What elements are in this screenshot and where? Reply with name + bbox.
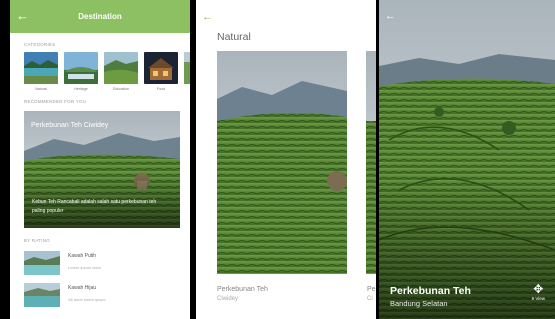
category-natural-image [24,52,58,84]
detail-hero-image [379,0,555,319]
list-item-subtitle: Sit amet lorem ipsum [68,297,106,302]
place-subtitle: Bandung Selatan [390,299,448,308]
tea-plantation-image [217,51,347,274]
destination-screen: ← Destination CATEGORIES Natural Heritag… [10,0,190,319]
category-label: Heritage [74,87,88,91]
back-arrow-icon[interactable]: ← [202,11,213,23]
recommended-title: Perkebunan Teh Ciwidey [31,122,109,129]
view-count-label: 9 View [531,296,545,301]
list-item-title: Kawah Putih [68,253,97,259]
card-subtitle: Ciwidey [217,296,239,302]
rating-heading: BY RATING [24,238,50,243]
destination-card-image[interactable] [217,51,347,274]
kawah-hijau-image [24,283,60,307]
back-arrow-icon[interactable]: ← [385,10,396,22]
back-arrow-icon[interactable]: ← [16,7,29,25]
list-item[interactable]: Kawah Hijau Sit amet lorem ipsum [24,283,190,315]
recommended-card[interactable]: Perkebunan Teh Ciwidey Kebun Teh Rancaba… [24,111,180,228]
category-heading: Natural [217,31,251,43]
recommended-heading: RECOMMENDED FOR YOU [24,99,87,104]
categories-heading: CATEGORIES [24,42,56,47]
category-label: Food [156,87,166,91]
category-label: Natural [35,87,47,91]
app-bar: ← Destination [10,0,190,33]
category-partial[interactable] [184,52,190,91]
category-natural[interactable]: Natural [24,52,58,91]
list-item-title: Kawah Hijau [68,285,97,291]
list-item[interactable]: Kawah Putih Lorem ipsum dolor [24,251,190,283]
recommended-description: Kebun Teh Rancabali adalah salah satu pe… [32,199,157,214]
place-title: Perkebunan Teh [390,285,471,297]
category-food[interactable]: Food [144,52,178,91]
compass-icon: ✥ [533,282,544,296]
category-list: Natural Heritage Education Food [10,52,190,91]
page-title: Destination [78,12,122,21]
list-item-subtitle: Lorem ipsum dolor [68,265,102,270]
rating-list: Kawah Putih Lorem ipsum dolor Kawah Hija… [10,251,190,315]
category-education-image [104,52,138,84]
card-subtitle-partial: Ci [367,296,373,302]
view-count-button[interactable]: ✥ 9 View [531,282,545,302]
category-label: Education [113,87,129,91]
category-heritage[interactable]: Heritage [64,52,98,91]
kawah-putih-image [24,251,60,275]
destination-card-image-partial[interactable] [366,51,376,274]
category-education[interactable]: Education [104,52,138,91]
category-food-image [144,52,178,84]
category-partial-image [184,52,190,84]
card-title: Perkebunan Teh [217,286,268,293]
category-heritage-image [64,52,98,84]
card-title-partial: Pe [367,286,376,293]
partial-card-image [366,51,376,274]
natural-category-screen: ← Natural Perkebunan Teh Ciwidey Pe Ci [196,0,376,319]
destination-detail-screen: ← Perkebunan Teh Bandung Selatan ✥ 9 Vie… [379,0,555,319]
